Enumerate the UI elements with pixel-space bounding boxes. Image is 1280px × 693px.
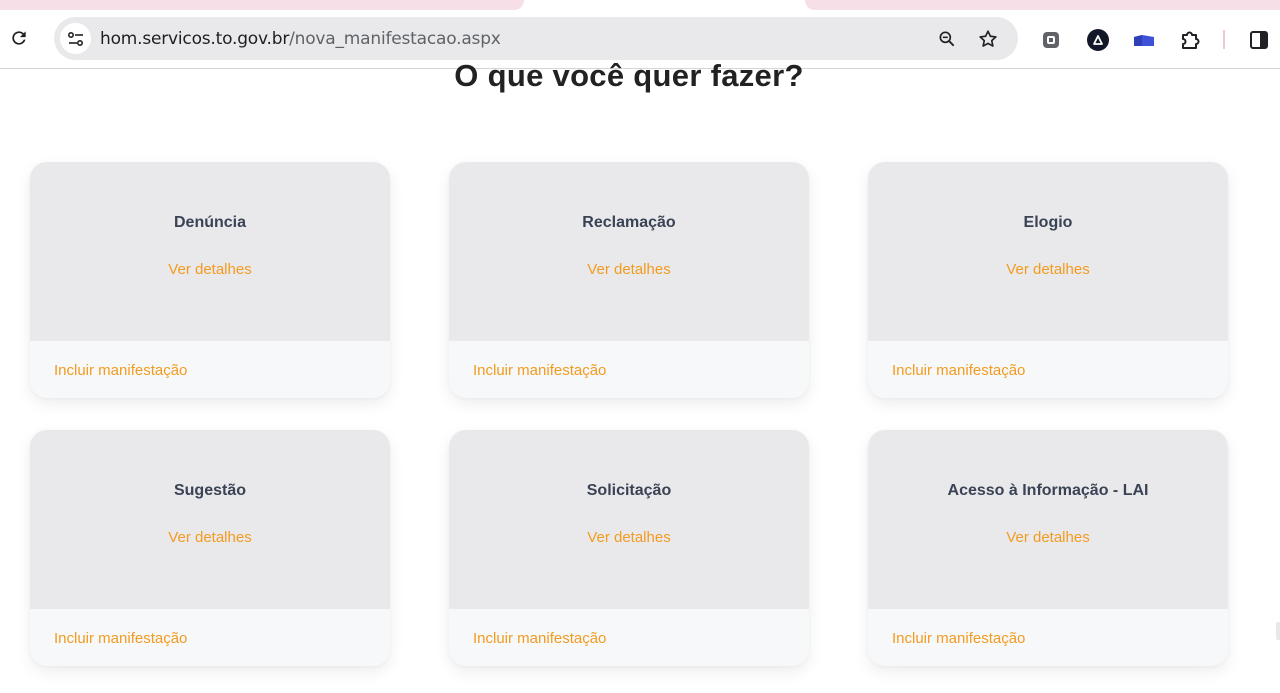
url-path: /nova_manifestacao.aspx (289, 29, 501, 49)
card-title: Acesso à Informação - LAI (947, 482, 1149, 499)
card-title: Solicitação (586, 482, 672, 499)
extension-icon-2[interactable] (1085, 27, 1111, 53)
card-sugestao: Sugestão Ver detalhes Incluir manifestaç… (30, 430, 390, 666)
tab-strip (0, 0, 1280, 10)
card-elogio: Elogio Ver detalhes Incluir manifestação (868, 162, 1228, 398)
details-link[interactable]: Ver detalhes (868, 261, 1228, 278)
card-header: Elogio Ver detalhes (868, 162, 1228, 341)
site-info-icon[interactable] (60, 23, 91, 54)
reload-icon[interactable] (6, 25, 32, 51)
extension-icon-3[interactable] (1131, 27, 1157, 53)
side-panel-icon[interactable] (1246, 27, 1272, 53)
include-manifestation-link[interactable]: Incluir manifestação (54, 362, 187, 379)
page-title: O que você quer fazer? (454, 58, 804, 93)
card-title: Denúncia (173, 214, 246, 231)
extension-icon-1[interactable] (1038, 27, 1064, 53)
inactive-tab-left[interactable] (0, 0, 524, 10)
url-domain: hom.servicos.to.gov.br (100, 29, 290, 49)
card-header: Reclamação Ver detalhes (449, 162, 809, 341)
details-link[interactable]: Ver detalhes (30, 261, 390, 278)
details-link[interactable]: Ver detalhes (30, 529, 390, 546)
include-manifestation-link[interactable]: Incluir manifestação (473, 630, 606, 647)
zoom-icon[interactable] (934, 26, 960, 52)
card-header: Solicitação Ver detalhes (449, 430, 809, 609)
card-header: Sugestão Ver detalhes (30, 430, 390, 609)
card-reclamacao: Reclamação Ver detalhes Incluir manifest… (449, 162, 809, 398)
include-manifestation-link[interactable]: Incluir manifestação (892, 630, 1025, 647)
card-title: Elogio (1023, 214, 1073, 231)
card-denuncia: Denúncia Ver detalhes Incluir manifestaç… (30, 162, 390, 398)
card-title: Sugestão (173, 482, 246, 499)
include-manifestation-link[interactable]: Incluir manifestação (54, 630, 187, 647)
include-manifestation-link[interactable]: Incluir manifestação (473, 362, 606, 379)
details-link[interactable]: Ver detalhes (449, 261, 809, 278)
toolbar-separator (1223, 30, 1225, 49)
url-text[interactable]: hom.servicos.to.gov.br/nova_manifestacao… (100, 29, 501, 49)
card-acesso-informacao: Acesso à Informação - LAI Ver detalhes I… (868, 430, 1228, 666)
details-link[interactable]: Ver detalhes (868, 529, 1228, 546)
bookmark-star-icon[interactable] (975, 26, 1001, 52)
include-manifestation-link[interactable]: Incluir manifestação (892, 362, 1025, 379)
extensions-puzzle-icon[interactable] (1177, 27, 1203, 53)
card-solicitacao: Solicitação Ver detalhes Incluir manifes… (449, 430, 809, 666)
inactive-tab-right[interactable] (805, 0, 1280, 10)
card-header: Denúncia Ver detalhes (30, 162, 390, 341)
card-header: Acesso à Informação - LAI Ver detalhes (868, 430, 1228, 609)
address-bar[interactable]: hom.servicos.to.gov.br/nova_manifestacao… (54, 17, 1018, 60)
card-title: Reclamação (582, 214, 676, 231)
scrollbar-edge[interactable] (1276, 622, 1280, 640)
details-link[interactable]: Ver detalhes (449, 529, 809, 546)
